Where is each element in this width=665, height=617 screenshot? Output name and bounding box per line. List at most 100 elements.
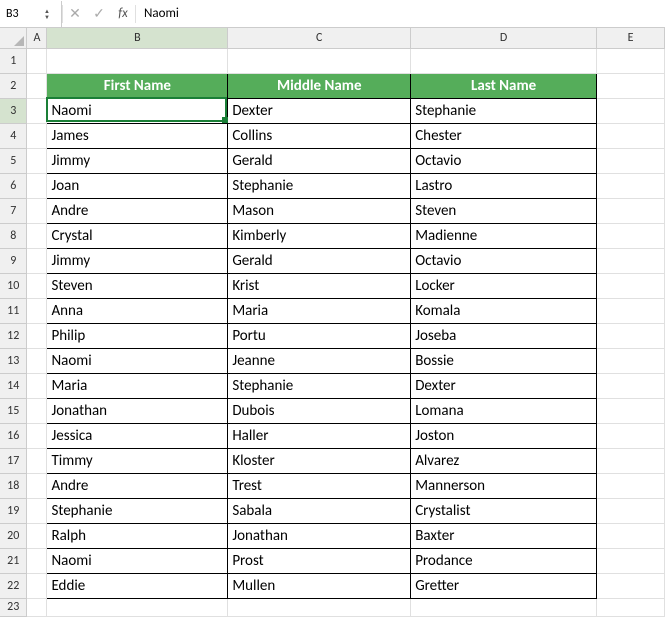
accept-formula-button[interactable]: ✓ bbox=[87, 0, 111, 27]
cell[interactable] bbox=[27, 198, 47, 223]
cell[interactable] bbox=[27, 473, 47, 498]
cell[interactable]: Eddie bbox=[47, 573, 228, 598]
cell[interactable] bbox=[597, 223, 665, 248]
name-box-stepper[interactable]: ▲ ▼ bbox=[39, 1, 55, 27]
cell[interactable]: Jonathan bbox=[47, 398, 228, 423]
cell[interactable] bbox=[597, 173, 665, 198]
row-header[interactable]: 13 bbox=[0, 348, 27, 373]
col-header-e[interactable]: E bbox=[597, 28, 665, 48]
col-header-d[interactable]: D bbox=[411, 28, 597, 48]
cell[interactable]: Jimmy bbox=[47, 248, 228, 273]
cell[interactable]: Lomana bbox=[411, 398, 597, 423]
cell[interactable]: Stephanie bbox=[411, 98, 597, 123]
row-header[interactable]: 1 bbox=[0, 48, 27, 73]
row-header[interactable]: 9 bbox=[0, 248, 27, 273]
cell[interactable] bbox=[597, 373, 665, 398]
cell[interactable] bbox=[27, 523, 47, 548]
cell[interactable]: Octavio bbox=[411, 248, 597, 273]
cell[interactable]: Mason bbox=[228, 198, 411, 223]
cell[interactable]: Kloster bbox=[228, 448, 411, 473]
header-last-name[interactable]: Last Name bbox=[411, 73, 597, 98]
cell[interactable] bbox=[47, 48, 228, 73]
cell[interactable]: Dexter bbox=[411, 373, 597, 398]
cell[interactable] bbox=[597, 248, 665, 273]
cell[interactable] bbox=[27, 398, 47, 423]
cell[interactable] bbox=[27, 548, 47, 573]
cell[interactable] bbox=[597, 323, 665, 348]
cell[interactable] bbox=[597, 298, 665, 323]
cell[interactable]: Stephanie bbox=[228, 173, 411, 198]
row-header[interactable]: 4 bbox=[0, 123, 27, 148]
cell[interactable] bbox=[597, 348, 665, 373]
cell[interactable] bbox=[27, 498, 47, 523]
cell[interactable] bbox=[411, 598, 597, 616]
cell[interactable] bbox=[27, 48, 47, 73]
cell[interactable]: Jimmy bbox=[47, 148, 228, 173]
cell[interactable] bbox=[597, 573, 665, 598]
cell[interactable] bbox=[27, 423, 47, 448]
col-header-c[interactable]: C bbox=[228, 28, 411, 48]
select-all-corner[interactable] bbox=[0, 28, 27, 48]
cell[interactable]: Philip bbox=[47, 323, 228, 348]
cell[interactable] bbox=[27, 373, 47, 398]
cell[interactable] bbox=[27, 173, 47, 198]
cell[interactable]: Maria bbox=[228, 298, 411, 323]
row-header[interactable]: 17 bbox=[0, 448, 27, 473]
cell[interactable]: Gerald bbox=[228, 248, 411, 273]
cell[interactable]: Joston bbox=[411, 423, 597, 448]
cell[interactable]: Kimberly bbox=[228, 223, 411, 248]
row-header[interactable]: 10 bbox=[0, 273, 27, 298]
cell[interactable]: Alvarez bbox=[411, 448, 597, 473]
insert-function-button[interactable]: fx bbox=[111, 0, 135, 27]
cell[interactable] bbox=[27, 223, 47, 248]
cell[interactable]: Sabala bbox=[228, 498, 411, 523]
cell[interactable] bbox=[27, 73, 47, 98]
cell[interactable]: Dubois bbox=[228, 398, 411, 423]
cell[interactable] bbox=[27, 248, 47, 273]
cell[interactable] bbox=[597, 448, 665, 473]
cell[interactable] bbox=[597, 473, 665, 498]
header-middle-name[interactable]: Middle Name bbox=[228, 73, 411, 98]
row-header[interactable]: 11 bbox=[0, 298, 27, 323]
cell[interactable]: Andre bbox=[47, 473, 228, 498]
row-header[interactable]: 6 bbox=[0, 173, 27, 198]
cell[interactable] bbox=[597, 598, 665, 616]
cell[interactable]: Locker bbox=[411, 273, 597, 298]
cell[interactable]: Trest bbox=[228, 473, 411, 498]
row-header[interactable]: 5 bbox=[0, 148, 27, 173]
cell[interactable]: Anna bbox=[47, 298, 228, 323]
cell[interactable] bbox=[27, 348, 47, 373]
cell[interactable] bbox=[597, 73, 665, 98]
cell[interactable] bbox=[27, 298, 47, 323]
cell[interactable]: Portu bbox=[228, 323, 411, 348]
cell[interactable]: Stephanie bbox=[228, 373, 411, 398]
cell[interactable]: Steven bbox=[411, 198, 597, 223]
cell[interactable] bbox=[597, 123, 665, 148]
row-header[interactable]: 16 bbox=[0, 423, 27, 448]
row-header[interactable]: 14 bbox=[0, 373, 27, 398]
cell[interactable]: Joan bbox=[47, 173, 228, 198]
header-first-name[interactable]: First Name bbox=[47, 73, 228, 98]
row-header[interactable]: 20 bbox=[0, 523, 27, 548]
col-header-a[interactable]: A bbox=[27, 28, 47, 48]
cell[interactable]: Crystal bbox=[47, 223, 228, 248]
row-header[interactable]: 18 bbox=[0, 473, 27, 498]
cell[interactable]: Komala bbox=[411, 298, 597, 323]
cell[interactable]: Joseba bbox=[411, 323, 597, 348]
cell[interactable] bbox=[27, 123, 47, 148]
cell[interactable] bbox=[411, 48, 597, 73]
cell[interactable]: Jonathan bbox=[228, 523, 411, 548]
row-header[interactable]: 7 bbox=[0, 198, 27, 223]
cell[interactable]: Gretter bbox=[411, 573, 597, 598]
cell[interactable] bbox=[597, 398, 665, 423]
cell[interactable] bbox=[597, 198, 665, 223]
cell[interactable]: Krist bbox=[228, 273, 411, 298]
row-header[interactable]: 23 bbox=[0, 598, 27, 616]
row-header[interactable]: 19 bbox=[0, 498, 27, 523]
col-header-b[interactable]: B bbox=[47, 28, 228, 48]
cell[interactable]: Baxter bbox=[411, 523, 597, 548]
cell[interactable]: Maria bbox=[47, 373, 228, 398]
cell[interactable]: Timmy bbox=[47, 448, 228, 473]
cell[interactable]: Naomi bbox=[47, 348, 228, 373]
cell[interactable] bbox=[27, 273, 47, 298]
